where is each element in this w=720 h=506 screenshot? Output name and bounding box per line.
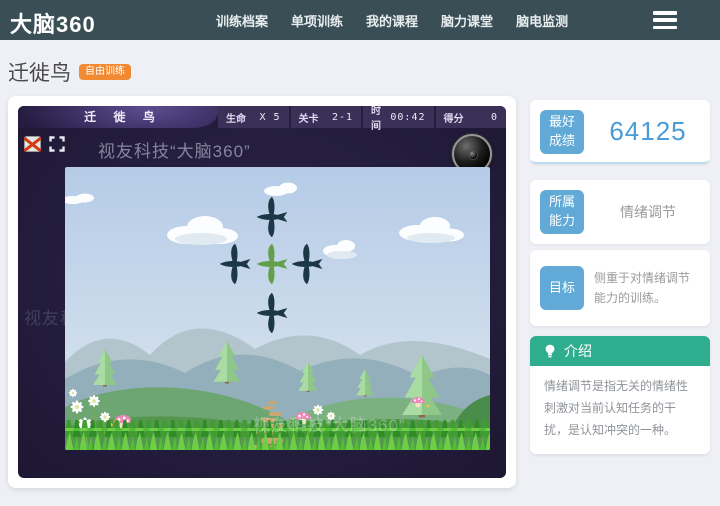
game-header-bar: 迁 徙 鸟 生命 X 5 关卡 2-1 时间 00:42 (18, 106, 506, 128)
stat-lives: 生命 X 5 (218, 106, 289, 128)
intro-header: 介绍 (530, 336, 710, 366)
best-score-value: 64125 (594, 100, 702, 162)
sound-off-icon[interactable] (24, 136, 41, 152)
game-player-card: 迁 徙 鸟 生命 X 5 关卡 2-1 时间 00:42 (8, 96, 516, 488)
game-title: 迁 徙 鸟 (18, 106, 218, 128)
goal-label: 目标 (540, 266, 584, 310)
nav-item-brain-class[interactable]: 脑力课堂 (441, 11, 493, 30)
goal-value: 侧重于对情绪调节能力的训练。 (594, 250, 696, 326)
nav-item-my-courses[interactable]: 我的课程 (366, 11, 418, 30)
title-row: 迁徙鸟 自由训练 (8, 57, 131, 87)
intro-title: 介绍 (564, 341, 592, 361)
game-title-plate: 迁 徙 鸟 (18, 106, 218, 128)
stat-score: 得分 0 (434, 106, 507, 128)
game-canvas[interactable]: 视友科技“大脑360” (65, 167, 490, 450)
bulb-icon (544, 344, 556, 359)
ability-card: 所属能力 情绪调节 (530, 180, 710, 244)
stat-time: 时间 00:42 (361, 106, 434, 128)
game-frame: 迁 徙 鸟 生命 X 5 关卡 2-1 时间 00:42 (18, 106, 506, 478)
best-score-label: 最好成绩 (540, 110, 584, 154)
free-training-badge: 自由训练 (79, 64, 131, 80)
goal-card: 目标 侧重于对情绪调节能力的训练。 (530, 250, 710, 326)
fullscreen-icon[interactable] (49, 136, 65, 152)
best-score-card: 最好成绩 64125 (530, 100, 710, 164)
page-title: 迁徙鸟 (8, 57, 71, 87)
hamburger-menu-icon[interactable] (653, 11, 677, 29)
game-scene (65, 167, 490, 450)
nav-menu: 训练档案 单项训练 我的课程 脑力课堂 脑电监测 (216, 0, 568, 40)
stat-level: 关卡 2-1 (289, 106, 362, 128)
ability-label: 所属能力 (540, 190, 584, 234)
grass-front (65, 428, 490, 450)
intro-text: 情绪调节是指无关的情绪性刺激对当前认知任务的干扰，是认知冲突的一种。 (530, 366, 710, 454)
game-stats-bar: 生命 X 5 关卡 2-1 时间 00:42 得分 0 (218, 106, 506, 128)
nav-item-training-archive[interactable]: 训练档案 (216, 11, 268, 30)
top-nav: 大脑360 训练档案 单项训练 我的课程 脑力课堂 脑电监测 (0, 0, 720, 40)
nav-item-single-training[interactable]: 单项训练 (291, 11, 343, 30)
brand-logo[interactable]: 大脑360 (10, 7, 96, 39)
watermark-top: 视友科技“大脑360” (98, 137, 251, 162)
nav-item-eeg-monitor[interactable]: 脑电监测 (516, 11, 568, 30)
page: 大脑360 训练档案 单项训练 我的课程 脑力课堂 脑电监测 迁徙鸟 自由训练 … (0, 0, 720, 506)
ability-value: 情绪调节 (594, 180, 702, 244)
